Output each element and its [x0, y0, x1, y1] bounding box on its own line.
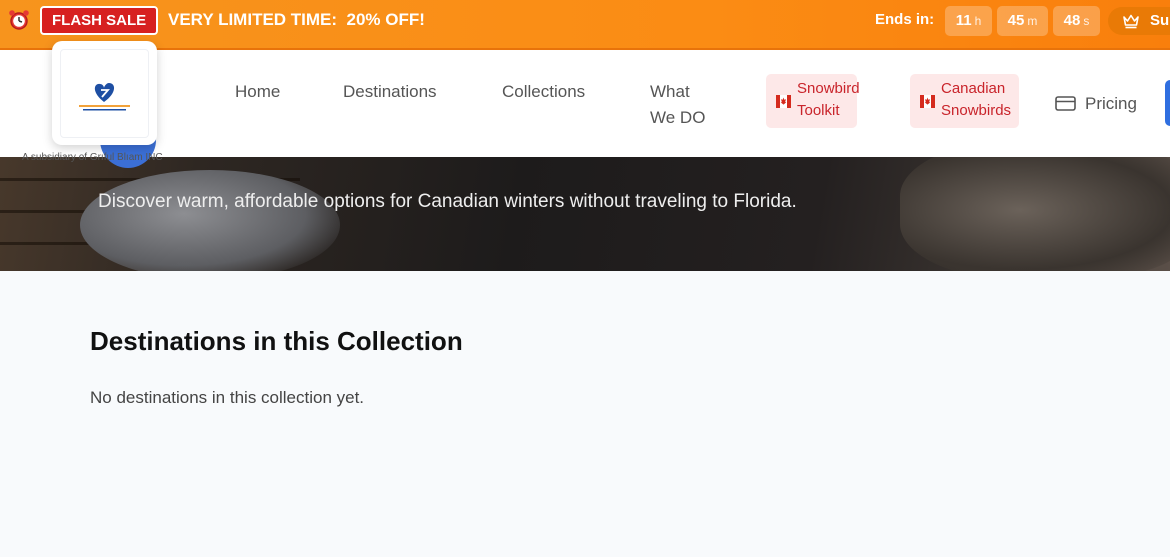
- nav-home[interactable]: Home: [235, 79, 280, 105]
- nav-label: Canadian Snowbirds: [941, 78, 1011, 122]
- nav-collections[interactable]: Collections: [502, 79, 585, 105]
- hero-image-detail: [80, 170, 340, 271]
- subscribe-label: Sub: [1150, 12, 1170, 29]
- countdown-unit: h: [974, 14, 982, 28]
- hero-subtitle: Discover warm, affordable options for Ca…: [98, 191, 797, 212]
- nav-label-line: Toolkit: [797, 102, 840, 119]
- cta-button-edge[interactable]: [1165, 80, 1170, 126]
- alarm-clock-icon: [6, 8, 32, 34]
- crown-icon: [1122, 12, 1140, 30]
- subscribe-button[interactable]: Sub: [1108, 7, 1170, 35]
- countdown-label: Ends in:: [875, 11, 935, 28]
- nav-label-line: Snowbirds: [941, 102, 1012, 119]
- nav-label-line: Snowbird: [797, 80, 860, 97]
- countdown-unit: s: [1083, 14, 1090, 28]
- countdown-seconds: 48 s: [1053, 6, 1100, 36]
- countdown-value: 48: [1063, 12, 1081, 29]
- nav-label: Snowbird Toolkit: [797, 78, 860, 122]
- nav-label: What: [650, 82, 690, 101]
- subsidiary-text: A subsidiary of Grıful Blıam INC: [22, 152, 163, 163]
- empty-state-message: No destinations in this collection yet.: [90, 388, 365, 407]
- flash-sale-badge: FLASH SALE: [40, 6, 159, 35]
- nav-snowbird-toolkit[interactable]: Snowbird Toolkit: [766, 74, 860, 128]
- nav-label: We DO: [650, 108, 706, 127]
- credit-card-icon: [1055, 95, 1076, 112]
- hero-image-detail: [900, 140, 1170, 271]
- main-nav: Home Destinations Collections What We DO…: [0, 50, 1170, 157]
- nav-what-we-do[interactable]: What We DO: [650, 79, 705, 131]
- promo-text: VERY LIMITED TIME: 20% OFF!: [168, 10, 425, 29]
- countdown-value: 11: [955, 12, 972, 29]
- logo[interactable]: [52, 41, 157, 145]
- flash-sale-banner: FLASH SALE VERY LIMITED TIME: 20% OFF! E…: [0, 0, 1170, 50]
- canada-flag-icon: [920, 93, 935, 108]
- canada-flag-icon: [776, 93, 791, 108]
- nav-pricing[interactable]: Pricing: [1085, 91, 1137, 117]
- countdown-hours: 11 h: [945, 6, 992, 36]
- nav-label-line: Canadian: [941, 80, 1006, 97]
- countdown-value: 45: [1007, 12, 1025, 29]
- nav-destinations[interactable]: Destinations: [343, 79, 437, 105]
- logo-mark-icon: [79, 83, 130, 111]
- countdown-unit: m: [1027, 14, 1038, 28]
- section-title: Destinations in this Collection: [90, 326, 463, 356]
- countdown-minutes: 45 m: [997, 6, 1048, 36]
- nav-canadian-snowbirds[interactable]: Canadian Snowbirds: [910, 74, 1019, 128]
- logo-image: [60, 49, 149, 138]
